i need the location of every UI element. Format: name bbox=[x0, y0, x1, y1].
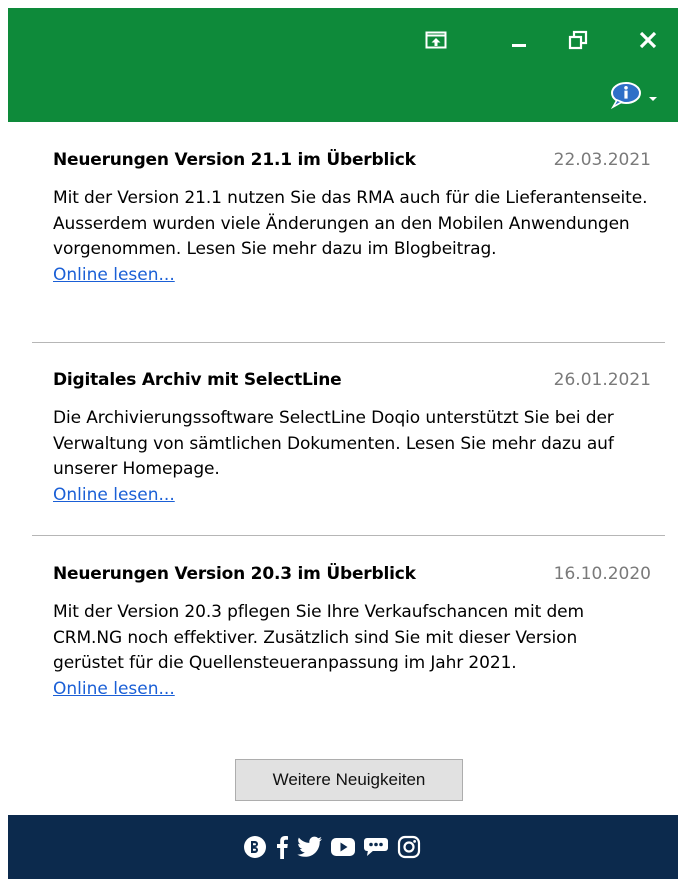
read-online-link[interactable]: Online lesen... bbox=[53, 263, 175, 287]
info-dropdown[interactable] bbox=[608, 80, 672, 114]
instagram-icon[interactable] bbox=[397, 835, 421, 859]
restore-icon[interactable] bbox=[560, 22, 596, 58]
blog-icon[interactable] bbox=[243, 835, 267, 859]
read-online-link[interactable]: Online lesen... bbox=[53, 483, 175, 507]
facebook-icon[interactable] bbox=[275, 835, 289, 859]
news-panel: Neuerungen Version 21.1 im Überblick 22.… bbox=[8, 122, 678, 815]
forum-icon[interactable] bbox=[363, 837, 389, 857]
news-item: Neuerungen Version 21.1 im Überblick 22.… bbox=[53, 150, 651, 287]
news-date: 26.01.2021 bbox=[553, 370, 651, 390]
news-body: Die Archivierungssoftware SelectLine Doq… bbox=[53, 408, 614, 479]
news-title: Neuerungen Version 20.3 im Überblick bbox=[53, 564, 416, 584]
divider bbox=[32, 535, 665, 536]
social-footer bbox=[8, 815, 678, 879]
more-news-button[interactable]: Weitere Neuigkeiten bbox=[235, 759, 463, 801]
chevron-down-icon bbox=[648, 88, 658, 107]
news-body: Mit der Version 21.1 nutzen Sie das RMA … bbox=[53, 188, 648, 259]
read-online-link[interactable]: Online lesen... bbox=[53, 677, 175, 701]
news-body: Mit der Version 20.3 pflegen Sie Ihre Ve… bbox=[53, 602, 585, 673]
twitter-icon[interactable] bbox=[297, 836, 323, 858]
news-title: Neuerungen Version 21.1 im Überblick bbox=[53, 150, 416, 170]
news-item: Digitales Archiv mit SelectLine 26.01.20… bbox=[53, 370, 651, 507]
news-date: 16.10.2020 bbox=[553, 564, 651, 584]
close-icon[interactable] bbox=[630, 22, 666, 58]
title-bar bbox=[8, 8, 678, 122]
info-bubble-icon bbox=[608, 81, 642, 113]
news-date: 22.03.2021 bbox=[553, 150, 651, 170]
news-title: Digitales Archiv mit SelectLine bbox=[53, 370, 342, 390]
news-item: Neuerungen Version 20.3 im Überblick 16.… bbox=[53, 564, 651, 701]
youtube-icon[interactable] bbox=[331, 837, 355, 857]
minimize-icon[interactable] bbox=[501, 22, 537, 58]
divider bbox=[32, 342, 665, 343]
pin-to-desktop-icon[interactable] bbox=[418, 22, 454, 58]
